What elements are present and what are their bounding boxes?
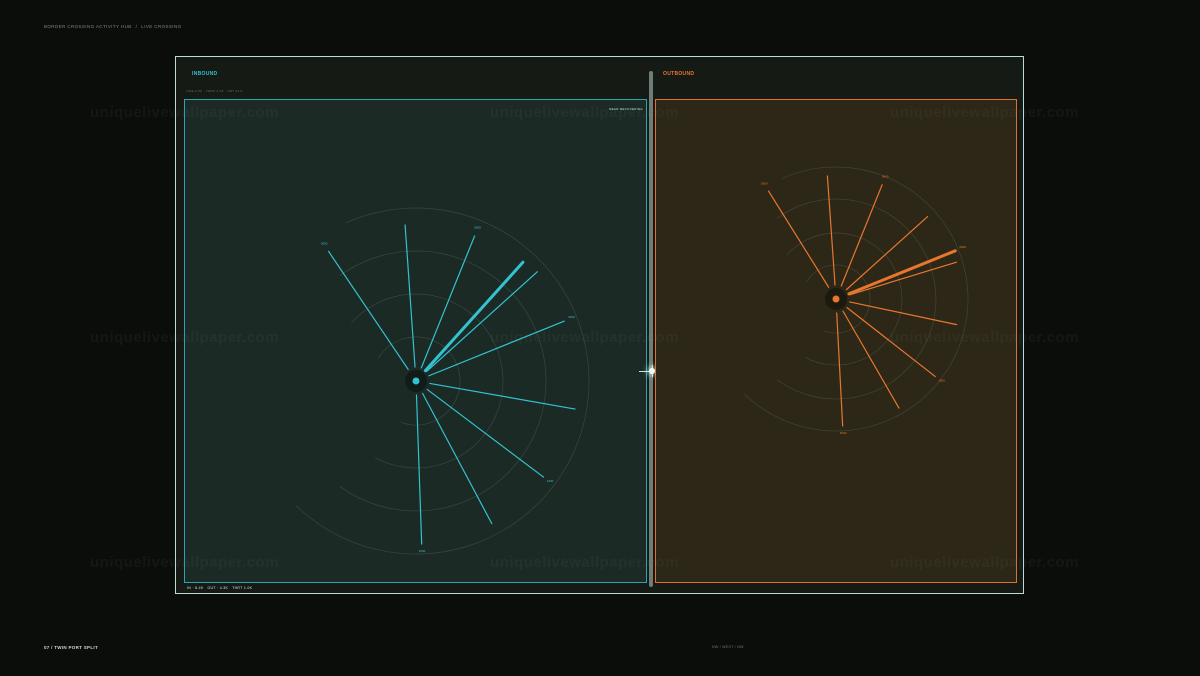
ray-label: 0300 — [321, 242, 328, 246]
grid-ring — [339, 250, 547, 512]
ray-label: 0600 — [474, 226, 481, 230]
stat-thrt: THRT 1.0K — [232, 586, 253, 590]
ray — [426, 388, 545, 478]
hub-dot — [832, 295, 840, 303]
app-title: BORDER CROSSING ACTIVITY HUB — [44, 24, 132, 29]
watermark: uniquelivewallpaper.com — [90, 554, 280, 571]
watermark: uniquelivewallpaper.com — [890, 329, 1080, 346]
inbound-title: INBOUND — [192, 71, 218, 77]
ray-label: 0600 — [882, 174, 889, 178]
grid-ring — [777, 198, 937, 400]
footer-page-label: 07 / TWIN PORT SPLIT — [44, 645, 99, 650]
hub-dot — [412, 377, 420, 385]
ray-label: 0300 — [761, 181, 768, 185]
ray-highlight — [423, 260, 525, 373]
ray-label: 0900 — [568, 315, 575, 319]
ray — [425, 271, 538, 373]
breadcrumb-separator: / — [135, 24, 138, 29]
watermark: uniquelivewallpaper.com — [90, 329, 280, 346]
watermark: uniquelivewallpaper.com — [890, 104, 1080, 121]
watermark: uniquelivewallpaper.com — [490, 104, 680, 121]
outbound-title: OUTBOUND — [663, 71, 695, 77]
view-title: LIVE CROSSING — [141, 24, 182, 29]
ray — [849, 301, 958, 326]
ray — [826, 175, 836, 286]
ray-label: 0900 — [959, 245, 966, 249]
grid-ring — [351, 293, 504, 469]
grid-ring — [295, 207, 590, 555]
ray — [327, 250, 409, 370]
inbound-subline: LINE 2.5K · THRU 4.0K · HST 31.6 — [186, 89, 243, 93]
ray — [848, 261, 958, 296]
ray — [836, 312, 844, 427]
stat-out: OUT · 4.3K — [207, 586, 229, 590]
ray-label: 1500 — [840, 431, 847, 435]
watermark: uniquelivewallpaper.com — [490, 554, 680, 571]
ray-label: 1200 — [938, 378, 945, 382]
watermark: uniquelivewallpaper.com — [490, 329, 680, 346]
footer-direction: NW / WEST / NW — [712, 645, 744, 649]
stat-in: IN · 8.4K — [187, 586, 204, 590]
watermark: uniquelivewallpaper.com — [90, 104, 280, 121]
ray-label: 1200 — [547, 479, 554, 483]
ray-label: 1500 — [419, 549, 426, 553]
split-view-frame: INBOUND LINE 2.5K · THRU 4.0K · HST 31.6… — [175, 56, 1024, 594]
watermark: uniquelivewallpaper.com — [890, 554, 1080, 571]
ray — [415, 394, 423, 545]
ray — [404, 224, 416, 368]
breadcrumb: BORDER CROSSING ACTIVITY HUB / LIVE CROS… — [44, 24, 182, 29]
ray — [420, 235, 476, 369]
ray — [767, 190, 830, 288]
ray — [429, 382, 576, 410]
inbound-stats: IN · 8.4K OUT · 4.3K THRT 1.0K — [187, 586, 252, 590]
